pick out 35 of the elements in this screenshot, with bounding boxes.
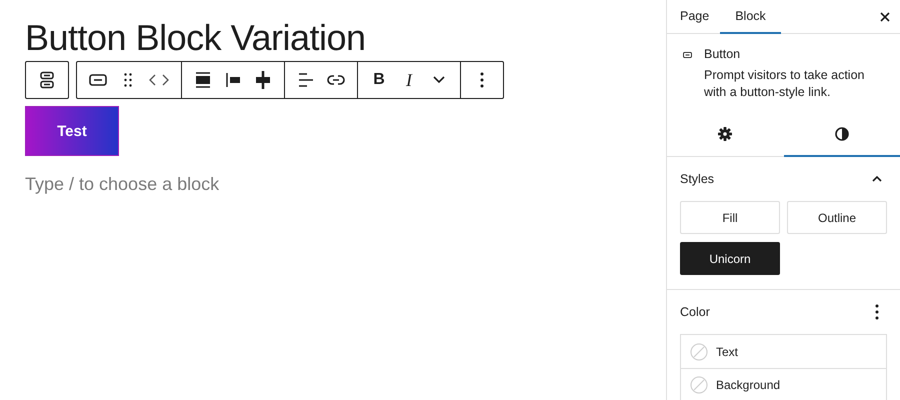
align-full-icon [196,72,210,88]
block-name: Button [704,47,742,61]
drag-handle-icon [124,73,132,87]
no-color-icon [690,342,708,360]
section-title: Styles [680,172,714,186]
gear-icon [718,127,732,141]
button-icon [683,49,692,61]
link-icon [327,74,345,86]
section-title: Color [680,305,710,319]
close-icon [880,12,890,22]
chevron-up-icon [872,176,882,182]
text-align-icon [299,73,313,87]
block-placeholder[interactable]: Type / to choose a block [25,174,220,195]
block-type-icon [40,71,54,89]
style-option[interactable]: Unicorn [680,242,780,275]
more-options-icon [875,304,879,320]
block-description: Prompt visitors to take action with a button-style link. [704,67,866,101]
move-arrows-icon [149,74,169,86]
italic-button[interactable]: I [396,62,422,98]
page-title: Button Block Variation [25,18,366,58]
sidebar-tab[interactable]: Page [669,0,720,34]
color-item[interactable]: Text [681,335,886,368]
sidebar-tab[interactable]: Block [720,0,781,34]
style-option[interactable]: Outline [787,201,887,234]
chevron-down-icon [433,76,445,84]
no-color-icon [690,376,708,394]
color-item[interactable]: Background [681,368,886,400]
align-left-icon [226,72,240,88]
style-option[interactable]: Fill [680,201,780,234]
align-center-icon [255,71,271,89]
contrast-icon [834,127,849,141]
bold-button[interactable]: B [366,62,392,98]
more-options-icon [480,72,484,88]
button-icon [89,74,107,86]
gradient-button[interactable]: Test [25,106,119,156]
